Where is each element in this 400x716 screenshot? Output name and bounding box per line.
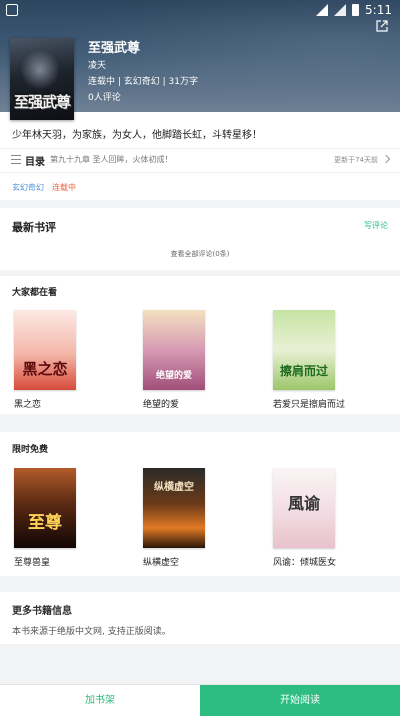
popular-book-item[interactable]: 黑之恋 黑之恋 — [14, 310, 88, 410]
book-title: 绝望的爱 — [143, 400, 180, 410]
wifi-icon — [316, 4, 329, 16]
cover-title: 至强武尊 — [13, 93, 71, 111]
start-reading-button[interactable]: 开始阅读 — [200, 685, 400, 716]
status-bar: 5:11 — [0, 0, 400, 22]
updated-time: 更新于74天前 — [334, 156, 378, 164]
list-icon — [11, 155, 21, 164]
chevron-right-icon — [381, 154, 391, 164]
book-tagline: 少年林天羽，为家族，为女人，他脚踏长虹，斗转星移！ — [12, 130, 262, 141]
book-info-card: 少年林天羽，为家族，为女人，他脚踏长虹，斗转星移！ 目录 第九十九章 圣人回眸，… — [0, 112, 400, 200]
tag-status[interactable]: 连载中 — [52, 182, 76, 193]
book-title: 黑之恋 — [14, 400, 42, 410]
book-title: 至尊兽皇 — [14, 558, 51, 568]
book-title: 纵横虚空 — [143, 558, 180, 568]
add-to-shelf-button[interactable]: 加书架 — [0, 685, 200, 716]
free-title: 限时免费 — [12, 445, 49, 455]
cover-art-text: 至尊 — [28, 513, 62, 533]
book-author[interactable]: 凌天 — [88, 58, 106, 71]
book-cover-thumbnail: 擦肩而过 — [273, 310, 335, 390]
battery-icon — [352, 4, 360, 16]
app-notification-icon — [6, 4, 18, 16]
cover-art-text: 黑之恋 — [22, 360, 68, 378]
book-cover-thumbnail: 風谕 — [273, 468, 335, 548]
cover-art-text: 绝望的爱 — [155, 371, 192, 381]
write-review-button[interactable]: 写评论 — [364, 220, 388, 231]
book-cover-thumbnail: 黑之恋 — [14, 310, 76, 390]
cover-art-text: 擦肩而过 — [279, 364, 328, 378]
status-right: 5:11 — [316, 3, 392, 17]
book-title: 若爱只是擦肩而过 — [273, 400, 346, 410]
book-title: 至强武尊 — [88, 41, 141, 56]
toc-label: 目录 — [25, 157, 45, 168]
book-cover: 至强武尊 — [10, 38, 74, 120]
book-meta: 连载中 | 玄幻奇幻 | 31万字 — [88, 77, 198, 87]
free-book-item[interactable]: 風谕 风谕：倾城医女 — [273, 468, 347, 568]
view-all-reviews-link[interactable]: 查看全部评论(0条) — [0, 249, 400, 259]
popular-section: 大家都在看 黑之恋 黑之恋 绝望的爱 绝望的爱 擦肩而过 若爱只是擦肩而过 — [0, 276, 400, 414]
latest-chapter: 第九十九章 圣人回眸，火体初成！ — [50, 155, 173, 164]
more-info-body: 本书来源于绝版中文网, 支持正版阅读。 — [12, 627, 171, 637]
popular-book-item[interactable]: 擦肩而过 若爱只是擦肩而过 — [273, 310, 347, 410]
share-icon[interactable] — [376, 20, 388, 32]
cover-glow — [20, 50, 60, 90]
cover-art-text: 纵横虚空 — [154, 482, 194, 493]
book-cover-thumbnail: 绝望的爱 — [143, 310, 205, 390]
reviews-title: 最新书评 — [12, 221, 56, 234]
more-info-section: 更多书籍信息 本书来源于绝版中文网, 支持正版阅读。 — [0, 592, 400, 644]
book-title: 风谕：倾城医女 — [273, 558, 337, 568]
status-time: 5:11 — [365, 3, 392, 17]
free-book-item[interactable]: 至尊 至尊兽皇 — [14, 468, 88, 568]
book-cover-thumbnail: 至尊 — [14, 468, 76, 548]
bottom-action-bar: 加书架 开始阅读 — [0, 684, 400, 716]
review-count: 0人评论 — [88, 93, 121, 103]
table-of-contents-row[interactable]: 目录 第九十九章 圣人回眸，火体初成！ 更新于74天前 — [0, 148, 400, 172]
divider — [0, 172, 400, 173]
free-book-item[interactable]: 纵横虚空 纵横虚空 — [143, 468, 217, 568]
cover-art-text: 風谕 — [287, 494, 320, 513]
popular-book-item[interactable]: 绝望的爱 绝望的爱 — [143, 310, 217, 410]
free-section: 限时免费 至尊 至尊兽皇 纵横虚空 纵横虚空 風谕 风谕：倾城医女 — [0, 432, 400, 576]
tag-genre[interactable]: 玄幻奇幻 — [12, 182, 44, 193]
book-cover-thumbnail: 纵横虚空 — [143, 468, 205, 548]
more-info-title: 更多书籍信息 — [12, 606, 72, 617]
reviews-card: 最新书评 写评论 查看全部评论(0条) — [0, 208, 400, 270]
popular-title: 大家都在看 — [12, 288, 58, 298]
signal-icon — [334, 4, 347, 16]
